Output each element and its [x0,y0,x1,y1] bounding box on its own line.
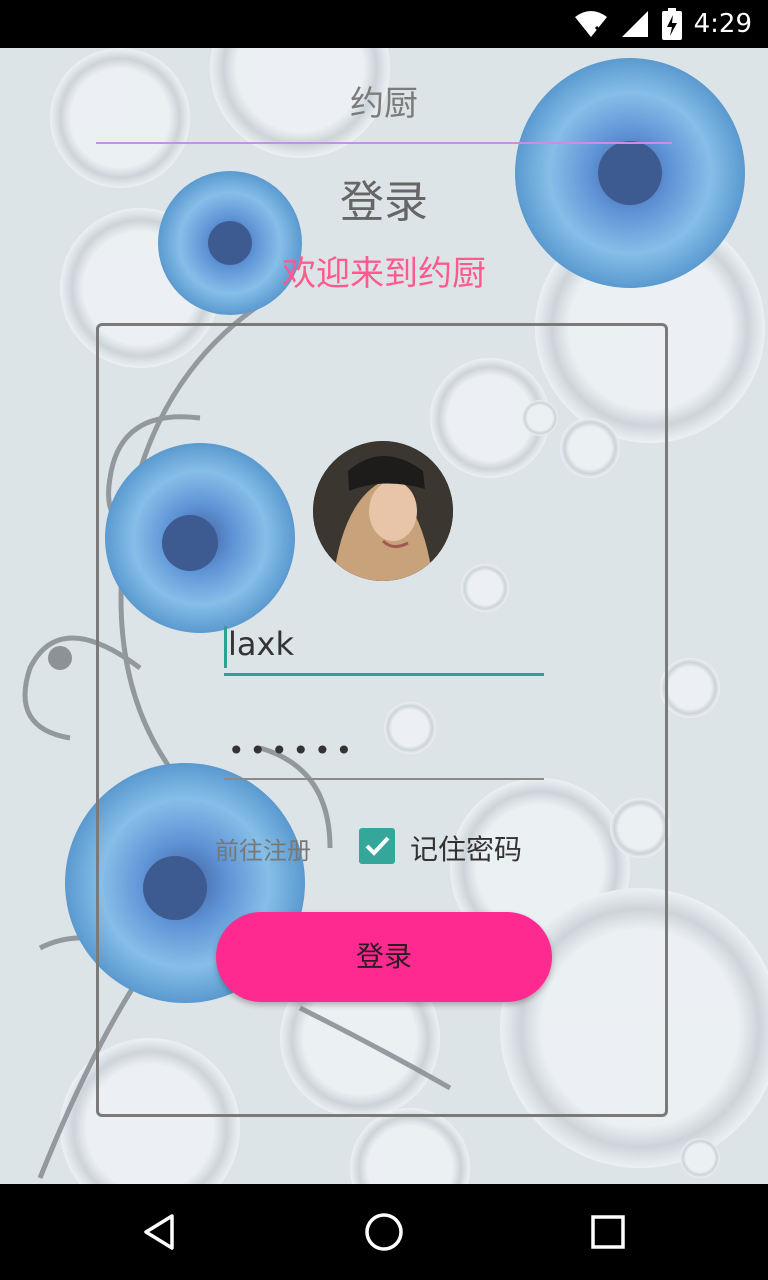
status-icons: 4:29 [574,8,752,40]
back-icon[interactable] [136,1208,184,1256]
signal-icon [621,11,648,37]
login-button[interactable]: 登录 [216,912,552,1002]
login-screen: 约厨 登录 欢迎来到约厨 laxk •••••• 前往注册 记住密码 登录 [0,48,768,1184]
wifi-icon [574,11,607,37]
app-title: 约厨 [350,84,418,124]
avatar-photo [313,441,453,581]
username-input[interactable]: laxk [224,620,544,676]
home-icon[interactable] [360,1208,408,1256]
title-divider [96,142,672,144]
battery-charging-icon [661,8,682,40]
status-time: 4:29 [693,9,752,39]
navigation-bar [0,1184,768,1280]
check-icon [365,836,390,856]
avatar [313,441,453,581]
status-bar: 4:29 [0,0,768,48]
page-heading: 登录 [340,177,428,228]
register-link[interactable]: 前往注册 [215,831,311,866]
remember-password-checkbox[interactable] [359,828,395,864]
password-input[interactable]: •••••• [224,728,544,780]
welcome-message: 欢迎来到约厨 [282,254,486,294]
recents-icon[interactable] [584,1208,632,1256]
remember-password-label[interactable]: 记住密码 [410,828,522,868]
